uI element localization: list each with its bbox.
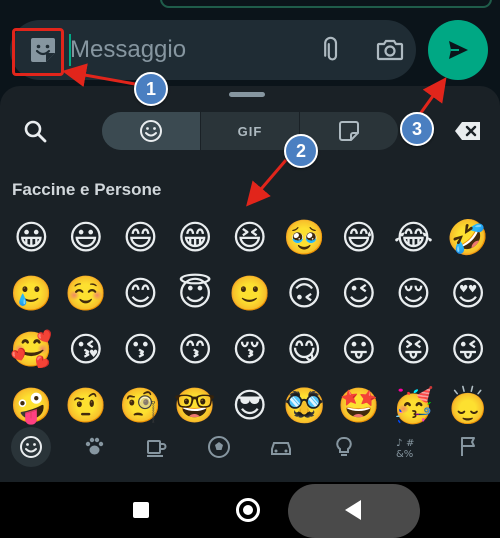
category-food[interactable] [125,424,188,470]
message-input[interactable]: Messaggio [70,34,186,66]
picker-tabs: GIF [102,112,398,150]
svg-text:&%: &% [396,449,413,459]
emoji[interactable]: 😛 [332,322,387,378]
message-bubble [160,0,492,8]
svg-text:♪: ♪ [396,438,402,449]
category-travel[interactable] [250,424,313,470]
emoji-search-button[interactable] [22,118,48,144]
emoji[interactable]: 😋 [277,322,332,378]
search-icon [24,120,47,143]
flag-icon [460,437,475,456]
smiley-icon [140,120,162,142]
backspace-icon [455,122,480,140]
coffee-icon [147,440,167,457]
emoji[interactable]: 😃 [59,210,114,266]
sticker-icon [339,121,359,141]
send-button[interactable] [428,20,488,80]
emoji[interactable]: 😂 [386,210,441,266]
emoji[interactable]: 😝 [386,322,441,378]
emoji[interactable]: 😀 [4,210,59,266]
category-activity[interactable] [188,424,251,470]
emoji[interactable]: 😙 [168,322,223,378]
step-marker-1: 1 [134,72,168,106]
camera-icon [376,39,404,61]
category-flags[interactable] [438,424,500,470]
step-marker-3: 3 [400,112,434,146]
recents-button[interactable] [133,502,149,518]
paperclip-icon [324,36,338,61]
emoji[interactable]: 😘 [59,322,114,378]
emoji[interactable]: 🥰 [4,322,59,378]
emoji[interactable]: 😊 [113,266,168,322]
emoji[interactable]: 😌 [386,266,441,322]
drag-handle[interactable] [229,92,265,97]
car-icon [271,442,292,455]
emoji-row: 😀 😃 😄 😁 😆 🥹 😅 😂 🤣 [4,210,500,266]
emoji[interactable]: 😉 [332,266,387,322]
home-dot [243,505,253,515]
emoji[interactable]: 😁 [168,210,223,266]
emoji[interactable]: 😇 [168,266,223,322]
emoji[interactable]: ☺️ [59,266,114,322]
emoji[interactable]: 🙂 [222,266,277,322]
paw-icon [85,437,103,455]
category-animals[interactable] [63,424,126,470]
lightbulb-icon [336,436,352,456]
attach-button[interactable] [316,34,348,66]
home-button[interactable] [236,498,260,522]
emoji-category-bar: ♪ # &% [0,424,500,470]
emoji-row: 🥲 ☺️ 😊 😇 🙂 🙃 😉 😌 😍 [4,266,500,322]
emoji[interactable]: 🤣 [441,210,496,266]
emoji[interactable]: 🥲 [4,266,59,322]
emoji-row: 🥰 😘 😗 😙 😚 😋 😛 😝 😜 [4,322,500,378]
emoji[interactable]: 🥹 [277,210,332,266]
tab-emoji[interactable] [102,112,200,150]
soccer-ball-icon [207,436,230,458]
camera-button[interactable] [374,34,406,66]
step-marker-2: 2 [284,134,318,168]
svg-text:#: # [406,438,414,449]
send-icon [449,41,468,59]
emoji[interactable]: 😆 [222,210,277,266]
emoji[interactable]: 😄 [113,210,168,266]
category-smileys[interactable] [0,424,63,470]
emoji-grid: 😀 😃 😄 😁 😆 🥹 😅 😂 🤣 🥲 ☺️ 😊 😇 🙂 🙃 😉 😌 😍 🥰 😘… [4,210,500,434]
emoji[interactable]: 😗 [113,322,168,378]
highlight-rectangle [12,28,64,76]
back-button[interactable] [345,500,361,520]
message-composer: Messaggio [10,20,416,80]
emoji[interactable]: 😚 [222,322,277,378]
emoji[interactable]: 😅 [332,210,387,266]
emoji[interactable]: 😍 [441,266,496,322]
symbols-icon: ♪ # &% [396,438,414,459]
category-symbols[interactable]: ♪ # &% [375,424,438,470]
section-title: Faccine e Persone [12,180,162,199]
emoji[interactable]: 🙃 [277,266,332,322]
backspace-button[interactable] [454,120,482,142]
emoji[interactable]: 😜 [441,322,496,378]
smiley-icon [11,427,52,467]
category-objects[interactable] [313,424,376,470]
